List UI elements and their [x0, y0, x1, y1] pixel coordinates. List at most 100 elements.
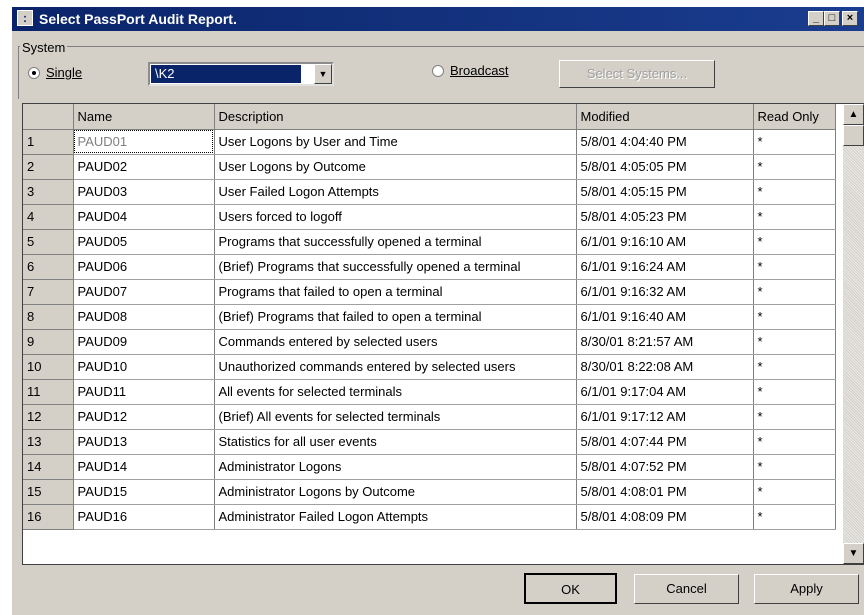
row-number[interactable]: 6: [23, 254, 74, 280]
name-cell[interactable]: PAUD13: [73, 429, 215, 455]
description-cell[interactable]: Programs that failed to open a terminal: [214, 279, 577, 305]
read-only-cell[interactable]: *: [753, 454, 836, 480]
table-row[interactable]: 6 PAUD06 (Brief) Programs that successfull…: [23, 254, 836, 280]
read-only-cell[interactable]: *: [753, 504, 836, 530]
modified-cell[interactable]: 6/1/01 9:16:32 AM: [576, 279, 754, 305]
table-row[interactable]: 15 PAUD15 Administrator Logons by Outcome 5…: [23, 479, 836, 505]
read-only-cell[interactable]: *: [753, 204, 836, 230]
read-only-cell[interactable]: *: [753, 354, 836, 380]
description-cell[interactable]: (Brief) All events for selected terminal…: [214, 404, 577, 430]
single-radio-label[interactable]: Single: [46, 65, 82, 80]
read-only-cell[interactable]: *: [753, 254, 836, 280]
scroll-down-icon[interactable]: ▼: [843, 543, 864, 564]
row-number[interactable]: 9: [23, 329, 74, 355]
name-cell[interactable]: PAUD02: [73, 154, 215, 180]
select-systems-button[interactable]: Select Systems...: [559, 60, 715, 88]
name-cell[interactable]: PAUD11: [73, 379, 215, 405]
description-cell[interactable]: Administrator Logons by Outcome: [214, 479, 577, 505]
read-only-cell[interactable]: *: [753, 279, 836, 305]
name-cell[interactable]: PAUD05: [73, 229, 215, 255]
description-cell[interactable]: User Logons by User and Time: [214, 129, 577, 155]
row-number[interactable]: 12: [23, 404, 74, 430]
name-cell[interactable]: PAUD12: [73, 404, 215, 430]
system-select[interactable]: \K2 ▼: [148, 62, 334, 86]
minimize-button[interactable]: _: [808, 11, 824, 26]
modified-cell[interactable]: 6/1/01 9:17:04 AM: [576, 379, 754, 405]
table-row[interactable]: 16 PAUD16 Administrator Failed Logon Attem…: [23, 504, 836, 530]
name-cell[interactable]: PAUD01: [73, 129, 215, 155]
name-cell[interactable]: PAUD14: [73, 454, 215, 480]
column-header-modified[interactable]: Modified: [576, 104, 754, 130]
modified-cell[interactable]: 6/1/01 9:16:10 AM: [576, 229, 754, 255]
name-cell[interactable]: PAUD16: [73, 504, 215, 530]
modified-cell[interactable]: 5/8/01 4:05:15 PM: [576, 179, 754, 205]
read-only-cell[interactable]: *: [753, 404, 836, 430]
row-number[interactable]: 3: [23, 179, 74, 205]
read-only-cell[interactable]: *: [753, 429, 836, 455]
name-cell[interactable]: PAUD09: [73, 329, 215, 355]
table-row[interactable]: 14 PAUD14 Administrator Logons 5/8/01 4:07:…: [23, 454, 836, 480]
row-number[interactable]: 1: [23, 129, 74, 155]
chevron-down-icon[interactable]: ▼: [314, 64, 332, 84]
modified-cell[interactable]: 6/1/01 9:16:40 AM: [576, 304, 754, 330]
name-cell[interactable]: PAUD15: [73, 479, 215, 505]
table-row[interactable]: 5 PAUD05 Programs that successfully opened…: [23, 229, 836, 255]
vertical-scrollbar[interactable]: ▲ ▼: [843, 104, 864, 564]
modified-cell[interactable]: 6/1/01 9:16:24 AM: [576, 254, 754, 280]
read-only-cell[interactable]: *: [753, 329, 836, 355]
row-number[interactable]: 13: [23, 429, 74, 455]
description-cell[interactable]: Administrator Logons: [214, 454, 577, 480]
table-row[interactable]: 12 PAUD12 (Brief) All events for selected …: [23, 404, 836, 430]
description-cell[interactable]: Programs that successfully opened a term…: [214, 229, 577, 255]
table-row[interactable]: 13 PAUD13 Statistics for all user events 5/…: [23, 429, 836, 455]
row-number[interactable]: 16: [23, 504, 74, 530]
scroll-thumb[interactable]: [843, 125, 864, 146]
table-row[interactable]: 3 PAUD03 User Failed Logon Attempts 5/8/01 …: [23, 179, 836, 205]
read-only-cell[interactable]: *: [753, 179, 836, 205]
modified-cell[interactable]: 5/8/01 4:07:52 PM: [576, 454, 754, 480]
modified-cell[interactable]: 5/8/01 4:05:05 PM: [576, 154, 754, 180]
row-number[interactable]: 14: [23, 454, 74, 480]
name-cell[interactable]: PAUD03: [73, 179, 215, 205]
cancel-button[interactable]: Cancel: [634, 574, 739, 604]
description-cell[interactable]: Statistics for all user events: [214, 429, 577, 455]
maximize-button[interactable]: □: [824, 11, 840, 26]
read-only-cell[interactable]: *: [753, 229, 836, 255]
row-number[interactable]: 4: [23, 204, 74, 230]
table-row[interactable]: 11 PAUD11 All events for selected terminal…: [23, 379, 836, 405]
read-only-cell[interactable]: *: [753, 479, 836, 505]
corner-header[interactable]: [23, 104, 74, 130]
description-cell[interactable]: Commands entered by selected users: [214, 329, 577, 355]
description-cell[interactable]: Users forced to logoff: [214, 204, 577, 230]
modified-cell[interactable]: 5/8/01 4:08:01 PM: [576, 479, 754, 505]
row-number[interactable]: 10: [23, 354, 74, 380]
description-cell[interactable]: User Logons by Outcome: [214, 154, 577, 180]
table-row[interactable]: 8 PAUD08 (Brief) Programs that failed to o…: [23, 304, 836, 330]
table-row[interactable]: 10 PAUD10 Unauthorized commands entered by…: [23, 354, 836, 380]
name-cell[interactable]: PAUD07: [73, 279, 215, 305]
row-number[interactable]: 11: [23, 379, 74, 405]
name-cell[interactable]: PAUD08: [73, 304, 215, 330]
table-row[interactable]: 9 PAUD09 Commands entered by selected user…: [23, 329, 836, 355]
read-only-cell[interactable]: *: [753, 379, 836, 405]
single-radio[interactable]: [28, 67, 40, 79]
column-header-read-only[interactable]: Read Only: [753, 104, 836, 130]
row-number[interactable]: 5: [23, 229, 74, 255]
modified-cell[interactable]: 8/30/01 8:22:08 AM: [576, 354, 754, 380]
description-cell[interactable]: (Brief) Programs that successfully opene…: [214, 254, 577, 280]
column-header-name[interactable]: Name: [73, 104, 215, 130]
row-number[interactable]: 7: [23, 279, 74, 305]
description-cell[interactable]: Administrator Failed Logon Attempts: [214, 504, 577, 530]
modified-cell[interactable]: 5/8/01 4:08:09 PM: [576, 504, 754, 530]
modified-cell[interactable]: 5/8/01 4:04:40 PM: [576, 129, 754, 155]
read-only-cell[interactable]: *: [753, 154, 836, 180]
name-cell[interactable]: PAUD06: [73, 254, 215, 280]
ok-button[interactable]: OK: [524, 573, 617, 604]
broadcast-radio[interactable]: [432, 65, 444, 77]
table-row[interactable]: 7 PAUD07 Programs that failed to open a te…: [23, 279, 836, 305]
description-cell[interactable]: All events for selected terminals: [214, 379, 577, 405]
table-row[interactable]: 4 PAUD04 Users forced to logoff 5/8/01 4:05…: [23, 204, 836, 230]
apply-button[interactable]: Apply: [754, 574, 859, 604]
description-cell[interactable]: (Brief) Programs that failed to open a t…: [214, 304, 577, 330]
modified-cell[interactable]: 8/30/01 8:21:57 AM: [576, 329, 754, 355]
